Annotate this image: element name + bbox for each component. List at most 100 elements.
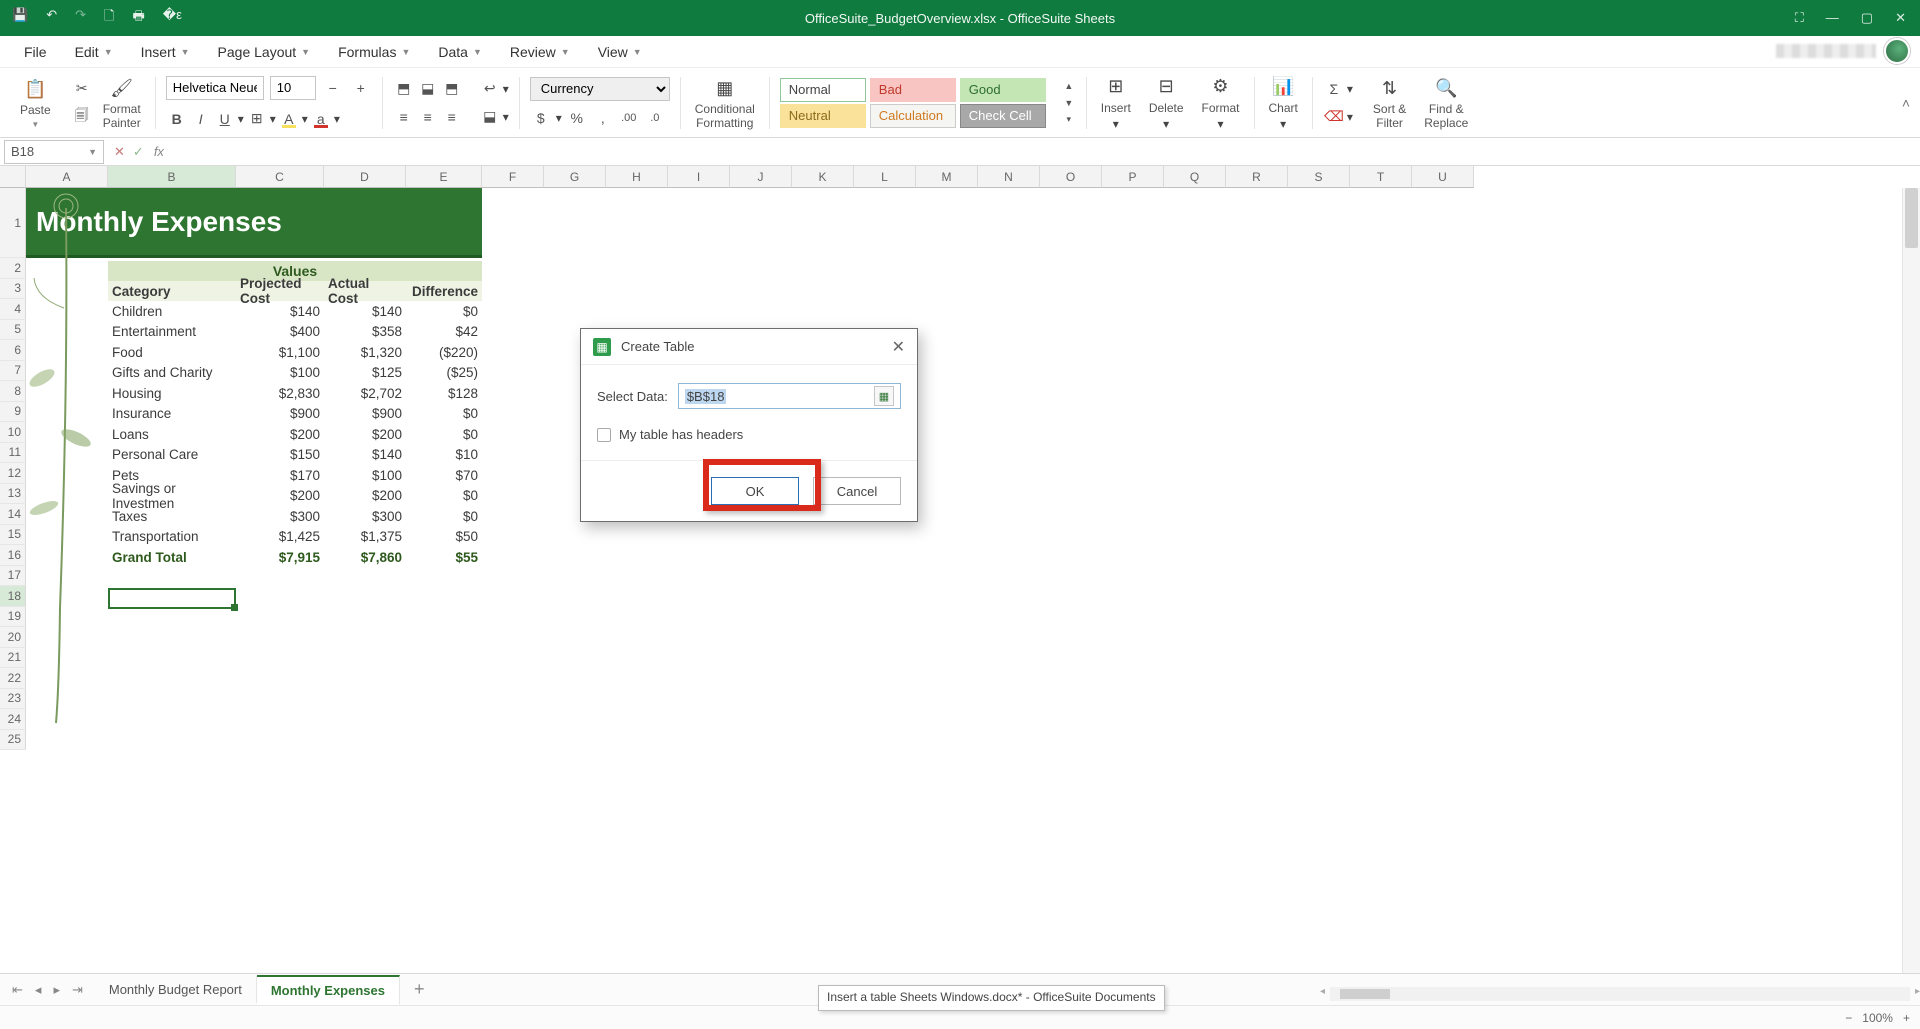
menu-edit[interactable]: Edit▼ — [61, 40, 127, 64]
autosum-icon[interactable]: Σ — [1323, 78, 1345, 100]
vertical-scroll-thumb[interactable] — [1905, 188, 1918, 248]
row-header-13[interactable]: 13 — [0, 484, 26, 505]
row-header-2[interactable]: 2 — [0, 258, 26, 279]
tab-nav-first-icon[interactable]: ⇤ — [8, 980, 27, 1000]
style-bad[interactable]: Bad — [870, 78, 956, 102]
enter-formula-icon[interactable]: ✓ — [133, 144, 144, 160]
row-header-22[interactable]: 22 — [0, 668, 26, 689]
font-name-select[interactable] — [166, 76, 264, 100]
table-row[interactable]: Personal Care$150$140$10 — [108, 445, 482, 466]
find-replace-button[interactable]: 🔍Find & Replace — [1420, 73, 1472, 131]
currency-icon[interactable]: $ — [530, 107, 552, 129]
column-header-A[interactable]: A — [26, 166, 108, 188]
underline-button[interactable]: U — [214, 108, 236, 130]
row-header-1[interactable]: 1 — [0, 188, 26, 258]
table-row[interactable]: Taxes$300$300$0 — [108, 506, 482, 527]
tab-nav-next-icon[interactable]: ▸ — [49, 980, 64, 1000]
minimize-icon[interactable]: — — [1826, 10, 1839, 26]
tab-nav-prev-icon[interactable]: ◂ — [31, 980, 46, 1000]
dialog-cancel-button[interactable]: Cancel — [813, 477, 901, 505]
undo-icon[interactable]: ↶ — [46, 7, 57, 29]
row-header-15[interactable]: 15 — [0, 525, 26, 546]
row-header-18[interactable]: 18 — [0, 586, 26, 607]
clear-icon[interactable]: ⌫ — [1323, 106, 1345, 128]
collapse-ribbon-icon[interactable]: ˄ — [1902, 95, 1910, 111]
format-cells-button[interactable]: ⚙Format▾ — [1198, 72, 1244, 133]
row-header-6[interactable]: 6 — [0, 340, 26, 361]
delete-cells-button[interactable]: ⊟Delete▾ — [1145, 72, 1188, 133]
row-header-21[interactable]: 21 — [0, 648, 26, 669]
horizontal-scrollbar[interactable]: ◂ ▸ — [1330, 987, 1910, 1001]
italic-button[interactable]: I — [190, 108, 212, 130]
row-header-25[interactable]: 25 — [0, 730, 26, 751]
tab-nav-last-icon[interactable]: ⇥ — [68, 980, 87, 1000]
menu-data[interactable]: Data▼ — [424, 40, 496, 64]
cut-icon[interactable]: ✂ — [71, 78, 93, 100]
row-header-3[interactable]: 3 — [0, 279, 26, 300]
comma-icon[interactable]: , — [592, 107, 614, 129]
range-picker-icon[interactable]: ▦ — [874, 386, 894, 406]
row-header-16[interactable]: 16 — [0, 545, 26, 566]
menu-review[interactable]: Review▼ — [496, 40, 584, 64]
row-header-4[interactable]: 4 — [0, 299, 26, 320]
styles-scroll-up-icon[interactable]: ▲ — [1058, 78, 1080, 94]
align-bottom-icon[interactable]: ⬒ — [441, 78, 463, 100]
align-right-icon[interactable]: ≡ — [441, 106, 463, 128]
chart-button[interactable]: 📊Chart▾ — [1265, 72, 1302, 133]
column-header-C[interactable]: C — [236, 166, 324, 188]
align-center-icon[interactable]: ≡ — [417, 106, 439, 128]
row-header-10[interactable]: 10 — [0, 422, 26, 443]
conditional-formatting-button[interactable]: ▦Conditional Formatting — [691, 73, 759, 131]
column-header-G[interactable]: G — [544, 166, 606, 188]
sort-filter-button[interactable]: ⇅Sort & Filter — [1369, 73, 1410, 131]
column-header-E[interactable]: E — [406, 166, 482, 188]
sheet-tab-budget-report[interactable]: Monthly Budget Report — [95, 976, 257, 1003]
row-header-5[interactable]: 5 — [0, 320, 26, 341]
column-header-U[interactable]: U — [1412, 166, 1474, 188]
column-header-J[interactable]: J — [730, 166, 792, 188]
increase-decimal-icon[interactable]: .00 — [618, 107, 640, 129]
column-header-H[interactable]: H — [606, 166, 668, 188]
borders-button[interactable]: ⊞ — [246, 108, 268, 130]
select-all-corner[interactable] — [0, 166, 26, 188]
styles-scroll-down-icon[interactable]: ▼ — [1058, 95, 1080, 111]
close-icon[interactable]: ✕ — [1895, 10, 1906, 26]
row-header-23[interactable]: 23 — [0, 689, 26, 710]
select-data-input[interactable]: $B$18 ▦ — [678, 383, 901, 409]
font-color-button[interactable]: a — [310, 108, 332, 130]
column-header-N[interactable]: N — [978, 166, 1040, 188]
cells-area[interactable]: Monthly Expenses Values Category Project… — [26, 188, 1902, 973]
share-icon[interactable]: �ε — [163, 7, 182, 29]
table-row[interactable]: Savings or Investmen$200$200$0 — [108, 486, 482, 507]
table-row[interactable]: Transportation$1,425$1,375$50 — [108, 527, 482, 548]
cancel-formula-icon[interactable]: ✕ — [114, 144, 125, 160]
horizontal-scroll-thumb[interactable] — [1340, 989, 1390, 999]
column-headers[interactable]: ABCDEFGHIJKLMNOPQRSTU — [26, 166, 1474, 188]
row-header-11[interactable]: 11 — [0, 443, 26, 464]
column-header-P[interactable]: P — [1102, 166, 1164, 188]
table-row[interactable]: Food$1,100$1,320($220) — [108, 342, 482, 363]
column-header-D[interactable]: D — [324, 166, 406, 188]
row-header-20[interactable]: 20 — [0, 627, 26, 648]
styles-more-icon[interactable]: ▾ — [1058, 112, 1080, 128]
row-headers[interactable]: 1234567891011121314151617181920212223242… — [0, 188, 26, 750]
table-row[interactable]: Insurance$900$900$0 — [108, 404, 482, 425]
formula-input[interactable] — [170, 140, 1920, 164]
name-box[interactable]: B18▼ — [4, 140, 104, 164]
style-check-cell[interactable]: Check Cell — [960, 104, 1046, 128]
align-left-icon[interactable]: ≡ — [393, 106, 415, 128]
zoom-in-button[interactable]: + — [1903, 1011, 1910, 1025]
column-header-L[interactable]: L — [854, 166, 916, 188]
row-header-8[interactable]: 8 — [0, 381, 26, 402]
merge-cells-icon[interactable]: ⬓ — [479, 106, 501, 128]
user-avatar[interactable] — [1884, 38, 1910, 64]
table-row[interactable]: Housing$2,830$2,702$128 — [108, 383, 482, 404]
table-row[interactable]: Gifts and Charity$100$125($25) — [108, 363, 482, 384]
menu-file[interactable]: File — [10, 40, 61, 64]
align-middle-icon[interactable]: ⬓ — [417, 78, 439, 100]
dialog-ok-button[interactable]: OK — [711, 477, 799, 505]
new-doc-icon[interactable]: 🗋 — [104, 7, 114, 29]
row-header-14[interactable]: 14 — [0, 504, 26, 525]
spreadsheet-grid[interactable]: ABCDEFGHIJKLMNOPQRSTU 123456789101112131… — [0, 166, 1920, 973]
sheet-title-cell[interactable]: Monthly Expenses — [26, 188, 482, 258]
